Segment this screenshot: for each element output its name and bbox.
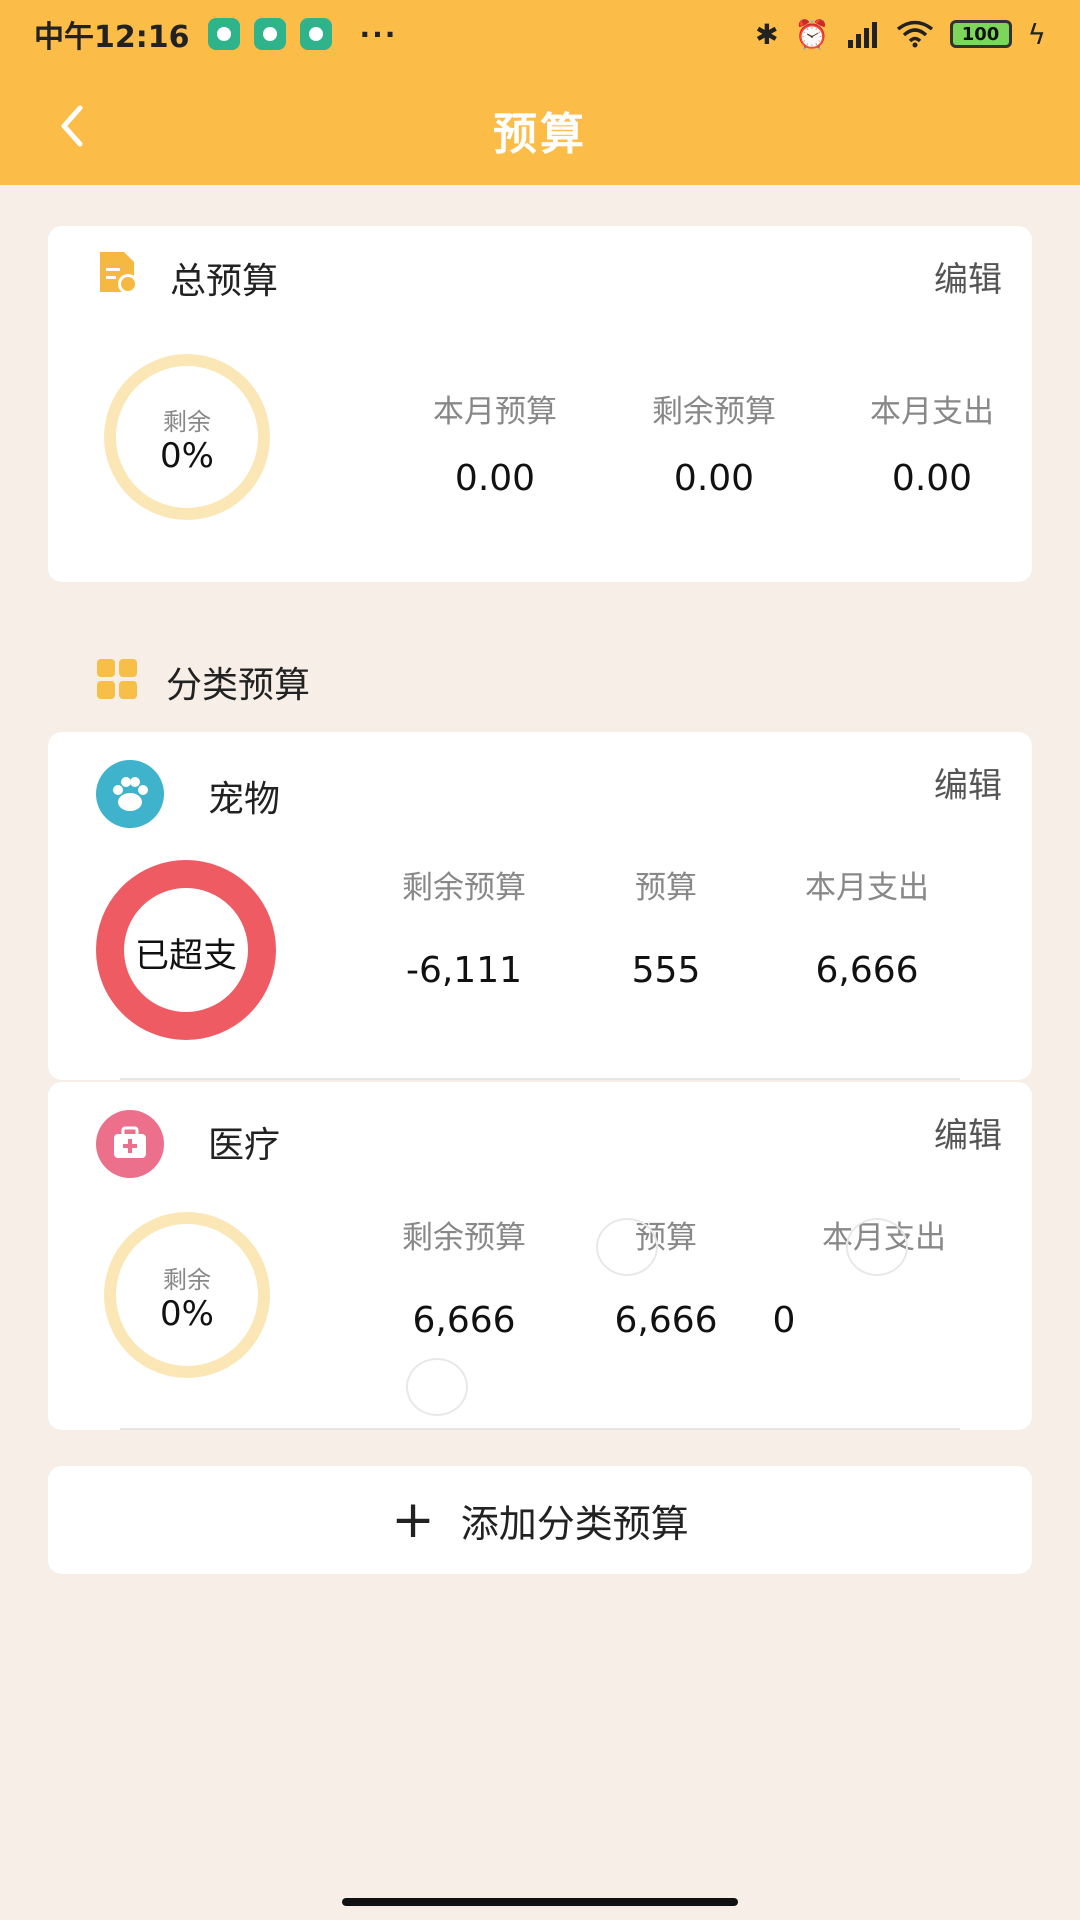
decorative-circle xyxy=(596,1218,658,1276)
stat-value: 0.00 xyxy=(454,458,536,499)
divider xyxy=(120,1078,960,1080)
page-title: 预算 xyxy=(493,109,587,160)
category-card-pet: 宠物 编辑 已超支 剩余预算 -6,111 预算 555 本月支出 6,666 xyxy=(48,732,1032,1080)
status-right-icons: ✱ ⏰ 100 ϟ xyxy=(755,18,1046,51)
medical-kit-icon xyxy=(96,1110,164,1178)
stat-value: 0.00 xyxy=(891,458,973,499)
stat-value: -6,111 xyxy=(405,950,523,991)
paw-icon xyxy=(96,760,164,828)
stat-value: 0.00 xyxy=(673,458,755,499)
remaining-ring: 剩余 0% xyxy=(104,354,270,520)
status-bar: 中午12:16 ··· ✱ ⏰ 100 ϟ xyxy=(0,0,1080,68)
decorative-circle xyxy=(846,1218,908,1276)
category-card-medical: 医疗 编辑 剩余 0% 剩余预算 6,666 预算 6,666 本月支出 0 xyxy=(48,1082,1032,1430)
stat-label: 本月支出 xyxy=(870,394,994,430)
plus-icon: + xyxy=(391,1490,435,1550)
over-budget-ring: 已超支 xyxy=(96,860,276,1040)
category-name: 宠物 xyxy=(208,779,281,820)
divider xyxy=(120,1428,960,1430)
over-budget-text: 已超支 xyxy=(135,936,237,976)
stat-label: 本月预算 xyxy=(433,394,557,430)
ring-percent: 0% xyxy=(160,1294,214,1334)
edit-total-budget-link[interactable]: 编辑 xyxy=(934,252,1002,301)
edit-category-link[interactable]: 编辑 xyxy=(934,1108,1002,1157)
charging-icon: ϟ xyxy=(1027,17,1046,51)
ring-label: 剩余 xyxy=(163,408,211,436)
home-indicator[interactable] xyxy=(342,1898,738,1906)
category-name: 医疗 xyxy=(208,1125,281,1166)
add-category-budget-label: 添加分类预算 xyxy=(460,1501,689,1546)
wifi-icon xyxy=(896,20,933,48)
bluetooth-icon: ✱ xyxy=(755,17,779,51)
stat-label: 剩余预算 xyxy=(652,394,776,430)
app-bar: 预算 xyxy=(0,68,1080,185)
alarm-icon: ⏰ xyxy=(794,17,830,51)
total-budget-card: 总预算 编辑 剩余 0% 本月预算 0.00 剩余预算 0.00 本月支出 0.… xyxy=(48,226,1032,582)
remaining-ring: 剩余 0% xyxy=(104,1212,270,1378)
ring-percent: 0% xyxy=(160,436,214,476)
status-time: 中午12:16 xyxy=(34,20,190,55)
signal-icon xyxy=(847,22,877,48)
budget-document-icon xyxy=(100,252,138,294)
stat-label: 预算 xyxy=(635,870,697,906)
total-budget-title: 总预算 xyxy=(170,261,279,302)
grid-icon xyxy=(97,659,137,699)
decorative-circle xyxy=(406,1358,468,1416)
stat-label: 本月支出 xyxy=(805,870,929,906)
category-budget-heading: 分类预算 xyxy=(166,665,311,706)
app-badge-icon xyxy=(253,18,286,50)
stat-value: 0 xyxy=(772,1300,796,1341)
stat-label: 剩余预算 xyxy=(402,870,526,906)
edit-category-link[interactable]: 编辑 xyxy=(934,758,1002,807)
ring-label: 剩余 xyxy=(163,1266,211,1294)
status-more: ··· xyxy=(359,17,398,51)
stat-value: 555 xyxy=(631,950,701,991)
add-category-budget-button[interactable]: + 添加分类预算 xyxy=(48,1466,1032,1574)
stat-value: 6,666 xyxy=(412,1300,516,1341)
stat-label: 剩余预算 xyxy=(402,1220,526,1256)
app-badge-icon xyxy=(299,18,332,50)
app-badge-icon xyxy=(207,18,240,50)
stat-value: 6,666 xyxy=(815,950,919,991)
battery-icon: 100 xyxy=(949,20,1012,48)
